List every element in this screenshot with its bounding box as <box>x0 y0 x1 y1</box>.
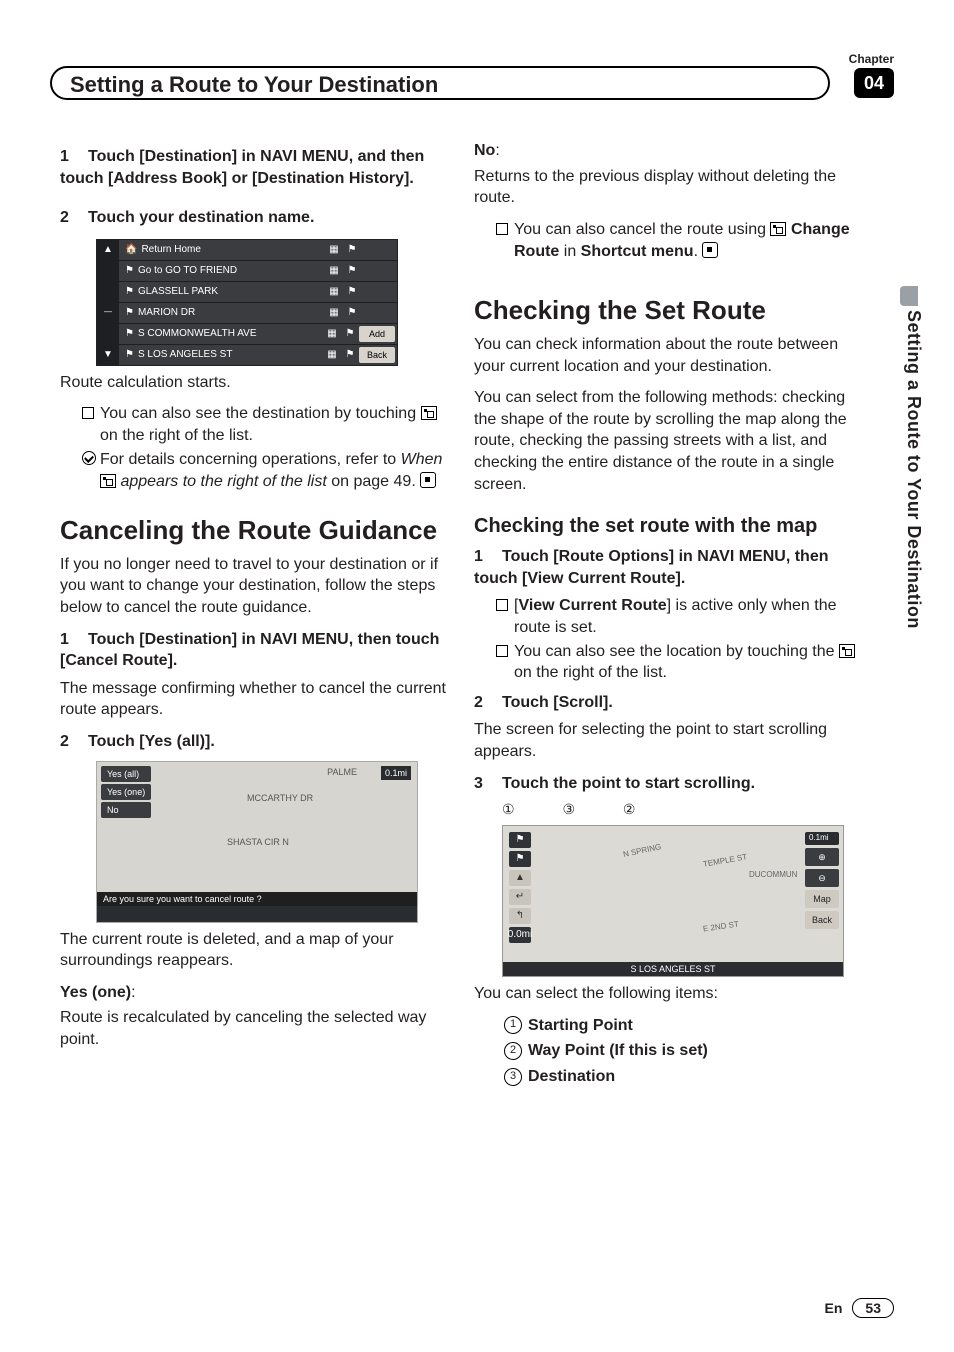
checking-route-heading: Checking the Set Route <box>474 293 860 328</box>
scroll-down-icon[interactable]: ▼ <box>97 345 119 365</box>
checking-map-heading: Checking the set route with the map <box>474 513 860 540</box>
callout-markers: ① ③ ② <box>502 800 860 819</box>
enum-item-2: 2Way Point (If this is set) <box>504 1040 860 1062</box>
turn-icon[interactable]: ↵ <box>509 889 531 905</box>
map-step-2: 2Touch [Scroll]. <box>474 692 860 714</box>
map-step-1: 1Touch [Route Options] in NAVI MENU, the… <box>474 546 860 589</box>
map-button[interactable]: Map <box>805 890 839 908</box>
route-calc-text: Route calculation starts. <box>60 372 446 394</box>
reference-bullet: For details concerning operations, refer… <box>82 449 446 493</box>
step-2-heading: 2Touch your destination name. <box>60 207 446 229</box>
cancel-step-1-body: The message confirming whether to cancel… <box>60 678 446 721</box>
step-2-text: Touch your destination name. <box>88 209 314 226</box>
cancel-after-text: The current route is deleted, and a map … <box>60 929 446 972</box>
yes-one-button[interactable]: Yes (one) <box>101 784 151 800</box>
cancel-step-2: 2Touch [Yes (all)]. <box>60 731 446 753</box>
page-footer: En 53 <box>825 1298 894 1318</box>
zoom-in-button[interactable]: ⊕ <box>805 848 839 866</box>
yes-one-label: Yes (one): <box>60 982 446 1004</box>
page-number: 53 <box>852 1298 894 1318</box>
current-street: S LOS ANGELES ST <box>503 962 843 976</box>
side-section-title: Setting a Route to Your Destination <box>903 310 924 629</box>
list-item[interactable]: Return Home <box>141 243 200 257</box>
check-intro-1: You can check information about the rout… <box>474 334 860 377</box>
no-body: Returns to the previous display without … <box>474 166 860 209</box>
square-bullet-icon <box>82 407 94 419</box>
chapter-number-badge: 04 <box>854 68 894 98</box>
list-item[interactable]: S LOS ANGELES ST <box>138 348 232 362</box>
back-button[interactable]: Back <box>805 911 839 929</box>
select-items-text: You can select the following items: <box>474 983 860 1005</box>
enum-item-1: 1Starting Point <box>504 1015 860 1037</box>
destination-icon[interactable]: ▲ <box>509 870 531 886</box>
list-item[interactable]: MARION DR <box>138 306 195 320</box>
reference-icon <box>82 451 96 465</box>
side-tab <box>900 286 918 306</box>
scroll-map-screenshot: ⚑ ⚑ ▲ ↵ ↰ 0.0mi 0.1mi ⊕ ⊖ Map Back N SPR… <box>502 825 844 977</box>
yes-all-button[interactable]: Yes (all) <box>101 766 151 782</box>
chapter-label: Chapter <box>849 52 894 66</box>
map-step-3: 3Touch the point to start scrolling. <box>474 773 860 795</box>
address-book-screenshot: ▲🏠Return Home▦⚑ ⚑Go to GO TO FRIEND▦⚑ ⚑G… <box>96 239 398 366</box>
square-bullet-icon <box>496 645 508 657</box>
no-button[interactable]: No <box>101 802 151 818</box>
list-item[interactable]: Go to GO TO FRIEND <box>138 264 237 278</box>
yes-one-body: Route is recalculated by canceling the s… <box>60 1007 446 1050</box>
list-detail-icon <box>421 406 437 420</box>
left-column: 1Touch [Destination] in NAVI MENU, and t… <box>60 140 446 1089</box>
cancel-intro: If you no longer need to travel to your … <box>60 554 446 619</box>
enum-item-3: 3Destination <box>504 1066 860 1088</box>
list-detail-icon <box>100 474 116 488</box>
way-point-icon[interactable]: ⚑ <box>509 851 531 867</box>
no-label: No: <box>474 140 860 162</box>
back-button[interactable]: Back <box>359 347 395 363</box>
note-bullet: You can also cancel the route using Chan… <box>496 219 860 263</box>
step-1-heading: 1Touch [Destination] in NAVI MENU, and t… <box>60 146 446 189</box>
language-label: En <box>825 1300 843 1316</box>
square-bullet-icon <box>496 223 508 235</box>
map-step-2-body: The screen for selecting the point to st… <box>474 719 860 762</box>
add-button[interactable]: Add <box>359 326 395 342</box>
turn-icon[interactable]: ↰ <box>509 908 531 924</box>
list-item[interactable]: S COMMONWEALTH AVE <box>138 327 257 341</box>
cancel-prompt: Are you sure you want to cancel route ? <box>97 892 417 906</box>
scroll-up-icon[interactable]: ▲ <box>97 240 119 260</box>
page-title: Setting a Route to Your Destination <box>50 66 830 100</box>
note-bullet: You can also see the location by touchin… <box>496 641 860 684</box>
list-detail-icon <box>839 644 855 658</box>
check-intro-2: You can select from the following method… <box>474 387 860 495</box>
right-column: No: Returns to the previous display with… <box>474 140 860 1089</box>
end-section-icon <box>420 472 436 488</box>
square-bullet-icon <box>496 599 508 611</box>
step-1-text: Touch [Destination] in NAVI MENU, and th… <box>60 148 424 187</box>
start-point-icon[interactable]: ⚑ <box>509 832 531 848</box>
distance-label: 0.0mi <box>509 927 531 943</box>
note-bullet: [View Current Route] is active only when… <box>496 595 860 638</box>
note-bullet: You can also see the destination by touc… <box>82 403 446 446</box>
list-item[interactable]: GLASSELL PARK <box>138 285 218 299</box>
zoom-out-button[interactable]: ⊖ <box>805 869 839 887</box>
canceling-heading: Canceling the Route Guidance <box>60 513 446 548</box>
end-section-icon <box>702 242 718 258</box>
shortcut-icon <box>770 222 786 236</box>
cancel-step-1: 1Touch [Destination] in NAVI MENU, then … <box>60 629 446 672</box>
cancel-route-screenshot: Yes (all) Yes (one) No PALME MCCARTHY DR… <box>96 761 418 923</box>
